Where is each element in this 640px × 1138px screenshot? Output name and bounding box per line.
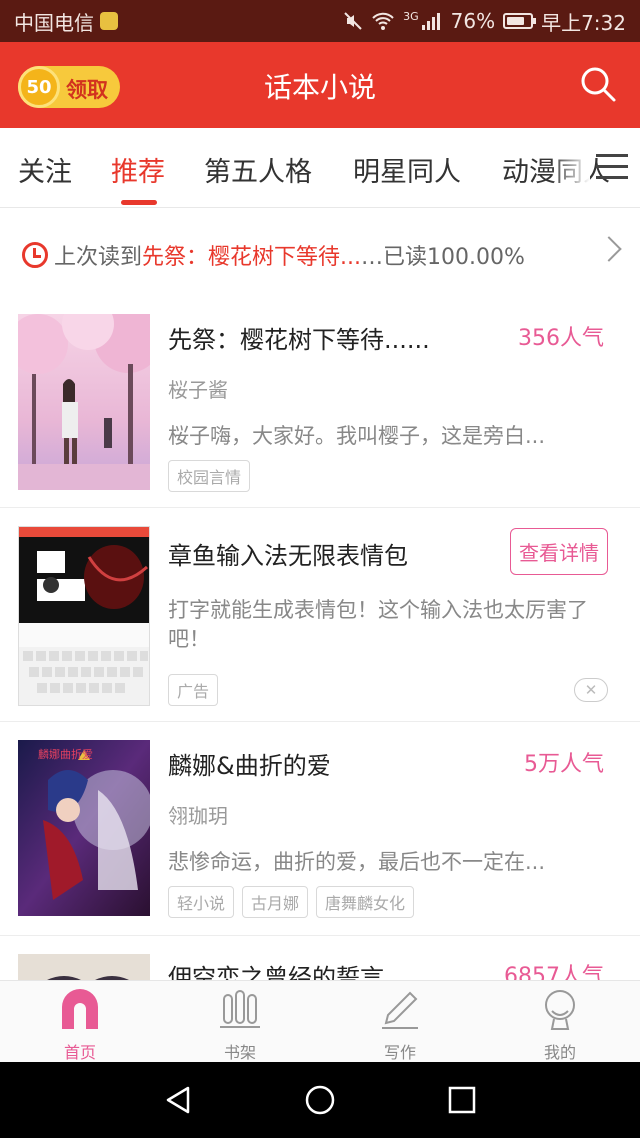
clock: 早上7:32 <box>541 10 626 35</box>
clock-icon <box>22 242 48 268</box>
book-title: 麟娜&曲折的爱 <box>168 752 331 780</box>
nav-home[interactable]: 首页 <box>40 987 120 1063</box>
chevron-right-icon <box>596 236 622 262</box>
signal-icon <box>421 13 440 30</box>
system-navigation-bar <box>0 1062 640 1138</box>
carrier-name: 中国电信 <box>14 10 94 35</box>
view-details-button[interactable]: 查看详情 <box>510 528 608 575</box>
ad-title: 章鱼输入法无限表情包 <box>168 542 408 570</box>
app-notification-icon <box>100 12 118 30</box>
mute-icon <box>344 12 362 30</box>
book-cover <box>18 314 150 490</box>
pen-icon <box>382 991 418 1029</box>
last-read-book: 先祭：樱花树下等待... <box>142 245 361 270</box>
home-circle-icon[interactable] <box>304 1084 336 1116</box>
nav-write[interactable]: 写作 <box>360 987 440 1063</box>
tab-recommend[interactable]: 推荐 <box>111 150 165 189</box>
book-tags: 校园言情 <box>168 460 251 492</box>
menu-icon[interactable] <box>596 154 628 180</box>
book-tag[interactable]: 唐舞麟女化 <box>316 886 415 918</box>
book-author: 桜子酱 <box>168 378 228 402</box>
nav-home-label: 首页 <box>63 1043 96 1062</box>
book-author: 翎珈玥 <box>168 804 228 828</box>
wifi-icon <box>372 12 394 30</box>
nav-profile[interactable]: 我的 <box>520 987 600 1063</box>
nav-profile-label: 我的 <box>543 1043 576 1062</box>
profile-icon <box>545 990 575 1030</box>
book-cover <box>18 954 150 980</box>
ad-tags: 广告 <box>168 674 219 706</box>
last-read-progress: …已读100.00% <box>361 245 525 270</box>
last-read-prefix: 上次读到 <box>54 245 143 270</box>
book-title: 先祭：樱花树下等待...... <box>168 326 430 354</box>
ad-item[interactable]: 章鱼输入法无限表情包 查看详情 打字就能生成表情包！这个输入法也太厉害了吧！ 广… <box>0 508 640 722</box>
book-item[interactable]: 先祭：樱花树下等待...... 356人气 桜子酱 桜子嗨，大家好。我叫樱子，这… <box>0 294 640 508</box>
book-tag[interactable]: 古月娜 <box>242 886 309 918</box>
recents-icon[interactable] <box>446 1084 478 1116</box>
home-icon <box>62 989 98 1029</box>
search-icon[interactable] <box>578 64 618 104</box>
svg-text:麟娜曲折爱: 麟娜曲折爱 <box>38 747 93 761</box>
bookshelf-icon <box>220 990 260 1028</box>
book-item[interactable]: 麟娜曲折爱 麟娜&曲折的爱 5万人气 翎珈玥 悲惨命运，曲折的爱，最后也不一定在… <box>0 722 640 936</box>
app-header: 50 领取 话本小说 <box>0 42 640 128</box>
battery-percent: 76% <box>450 9 496 33</box>
nav-bookshelf-label: 书架 <box>223 1043 256 1062</box>
ad-image <box>18 526 150 706</box>
ad-tag: 广告 <box>168 674 219 706</box>
book-cover: 麟娜曲折爱 <box>18 740 150 916</box>
bottom-navigation: 首页 书架 写作 我的 <box>0 980 640 1062</box>
tab-celebrity-fanfic[interactable]: 明星同人 <box>353 150 461 189</box>
nav-bookshelf[interactable]: 书架 <box>200 987 280 1063</box>
book-tags: 轻小说 古月娜 唐舞麟女化 <box>168 886 415 918</box>
back-icon[interactable] <box>162 1084 194 1116</box>
active-tab-indicator <box>121 200 157 205</box>
carrier-group: 中国电信 <box>14 7 118 36</box>
category-tabs: 关注 推荐 第五人格 明星同人 动漫同人 <box>0 128 640 208</box>
nav-write-label: 写作 <box>383 1043 416 1062</box>
book-tag[interactable]: 轻小说 <box>168 886 235 918</box>
tab-identity-v[interactable]: 第五人格 <box>204 150 312 189</box>
tabs-fade <box>550 128 590 206</box>
book-popularity: 6857人气 <box>504 964 604 980</box>
book-title: 佣空恋之曾经的誓言 <box>168 964 384 980</box>
tab-follow[interactable]: 关注 <box>18 150 72 189</box>
ad-description: 打字就能生成表情包！这个输入法也太厉害了吧！ <box>168 598 588 651</box>
book-popularity: 356人气 <box>518 326 604 351</box>
last-read-bar[interactable]: 上次读到 先祭：樱花树下等待... …已读100.00% <box>0 216 640 294</box>
app-title: 话本小说 <box>263 71 376 104</box>
book-tag[interactable]: 校园言情 <box>168 460 251 492</box>
status-bar: 中国电信 3G 76% 早上7:32 <box>0 0 640 42</box>
book-item[interactable]: 佣空恋之曾经的誓言 6857人气 <box>0 936 640 980</box>
book-description: 悲惨命运，曲折的爱，最后也不一定在... <box>168 850 546 874</box>
book-popularity: 5万人气 <box>524 752 604 777</box>
network-type: 3G <box>403 9 419 23</box>
status-right: 3G 76% 早上7:32 <box>343 7 626 36</box>
battery-fill <box>507 17 525 25</box>
close-ad-icon[interactable]: ✕ <box>574 678 608 702</box>
book-description: 桜子嗨，大家好。我叫樱子，这是旁白... <box>168 424 546 448</box>
battery-icon <box>503 13 537 29</box>
